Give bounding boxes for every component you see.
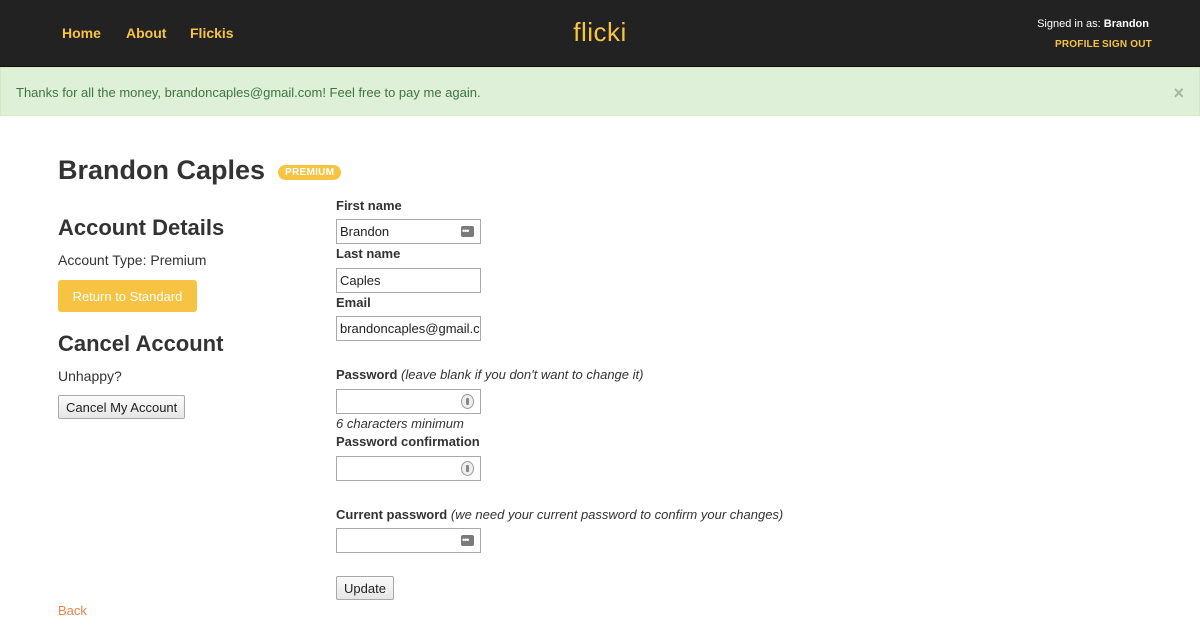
unhappy-text: Unhappy? [58,368,122,384]
email-label: Email [336,295,371,310]
close-icon[interactable]: × [1173,84,1184,102]
password-hint: 6 characters minimum [336,416,464,431]
autofill-icon[interactable] [461,220,474,243]
update-button[interactable]: Update [336,576,394,600]
email-field[interactable]: brandoncaples@gmail.com [336,316,481,341]
current-password-label: Current password (we need your current p… [336,507,783,522]
return-to-standard-button[interactable]: Return to Standard [58,280,197,312]
account-type-text: Account Type: Premium [58,252,207,268]
last-name-label: Last name [336,246,401,261]
premium-badge: PREMIUM [278,165,342,180]
success-alert: Thanks for all the money, brandoncaples@… [0,67,1200,116]
profile-link[interactable]: PROFILE [1055,39,1100,50]
current-password-field[interactable] [336,528,481,553]
current-password-note: (we need your current password to confir… [450,507,784,522]
first-name-field[interactable]: Brandon [336,219,481,244]
last-name-field[interactable]: Caples [336,268,481,293]
password-confirmation-field[interactable] [336,456,481,481]
password-field[interactable] [336,389,481,414]
password-label-text: Password [336,367,398,382]
current-password-label-text: Current password [336,507,448,522]
back-link[interactable]: Back [58,603,87,618]
brand-logo[interactable]: flicki [0,17,1200,48]
signed-in-prefix: Signed in as: [1037,18,1101,30]
account-details-heading: Account Details [58,215,225,240]
signed-in-status: Signed in as: Brandon [1037,18,1149,30]
page-title: Brandon Caples [58,155,266,185]
signed-in-user: Brandon [1103,18,1149,30]
last-name-value: Caples [340,273,381,288]
cancel-account-heading: Cancel Account [58,331,224,356]
password-label: Password (leave blank if you don't want … [336,367,643,382]
key-icon[interactable] [461,394,474,409]
password-note: (leave blank if you don't want to change… [401,367,644,382]
first-name-label: First name [336,198,402,213]
key-icon[interactable] [461,461,474,476]
autofill-icon[interactable] [461,529,474,552]
navbar: Home About Flickis flicki Signed in as: … [0,0,1200,67]
password-confirmation-label: Password confirmation [336,434,480,449]
email-value: brandoncaples@gmail.com [340,321,480,336]
alert-message: Thanks for all the money, brandoncaples@… [16,85,481,100]
cancel-account-button[interactable]: Cancel My Account [58,395,186,419]
sign-out-link[interactable]: SIGN OUT [1102,39,1152,50]
first-name-value: Brandon [340,224,390,239]
